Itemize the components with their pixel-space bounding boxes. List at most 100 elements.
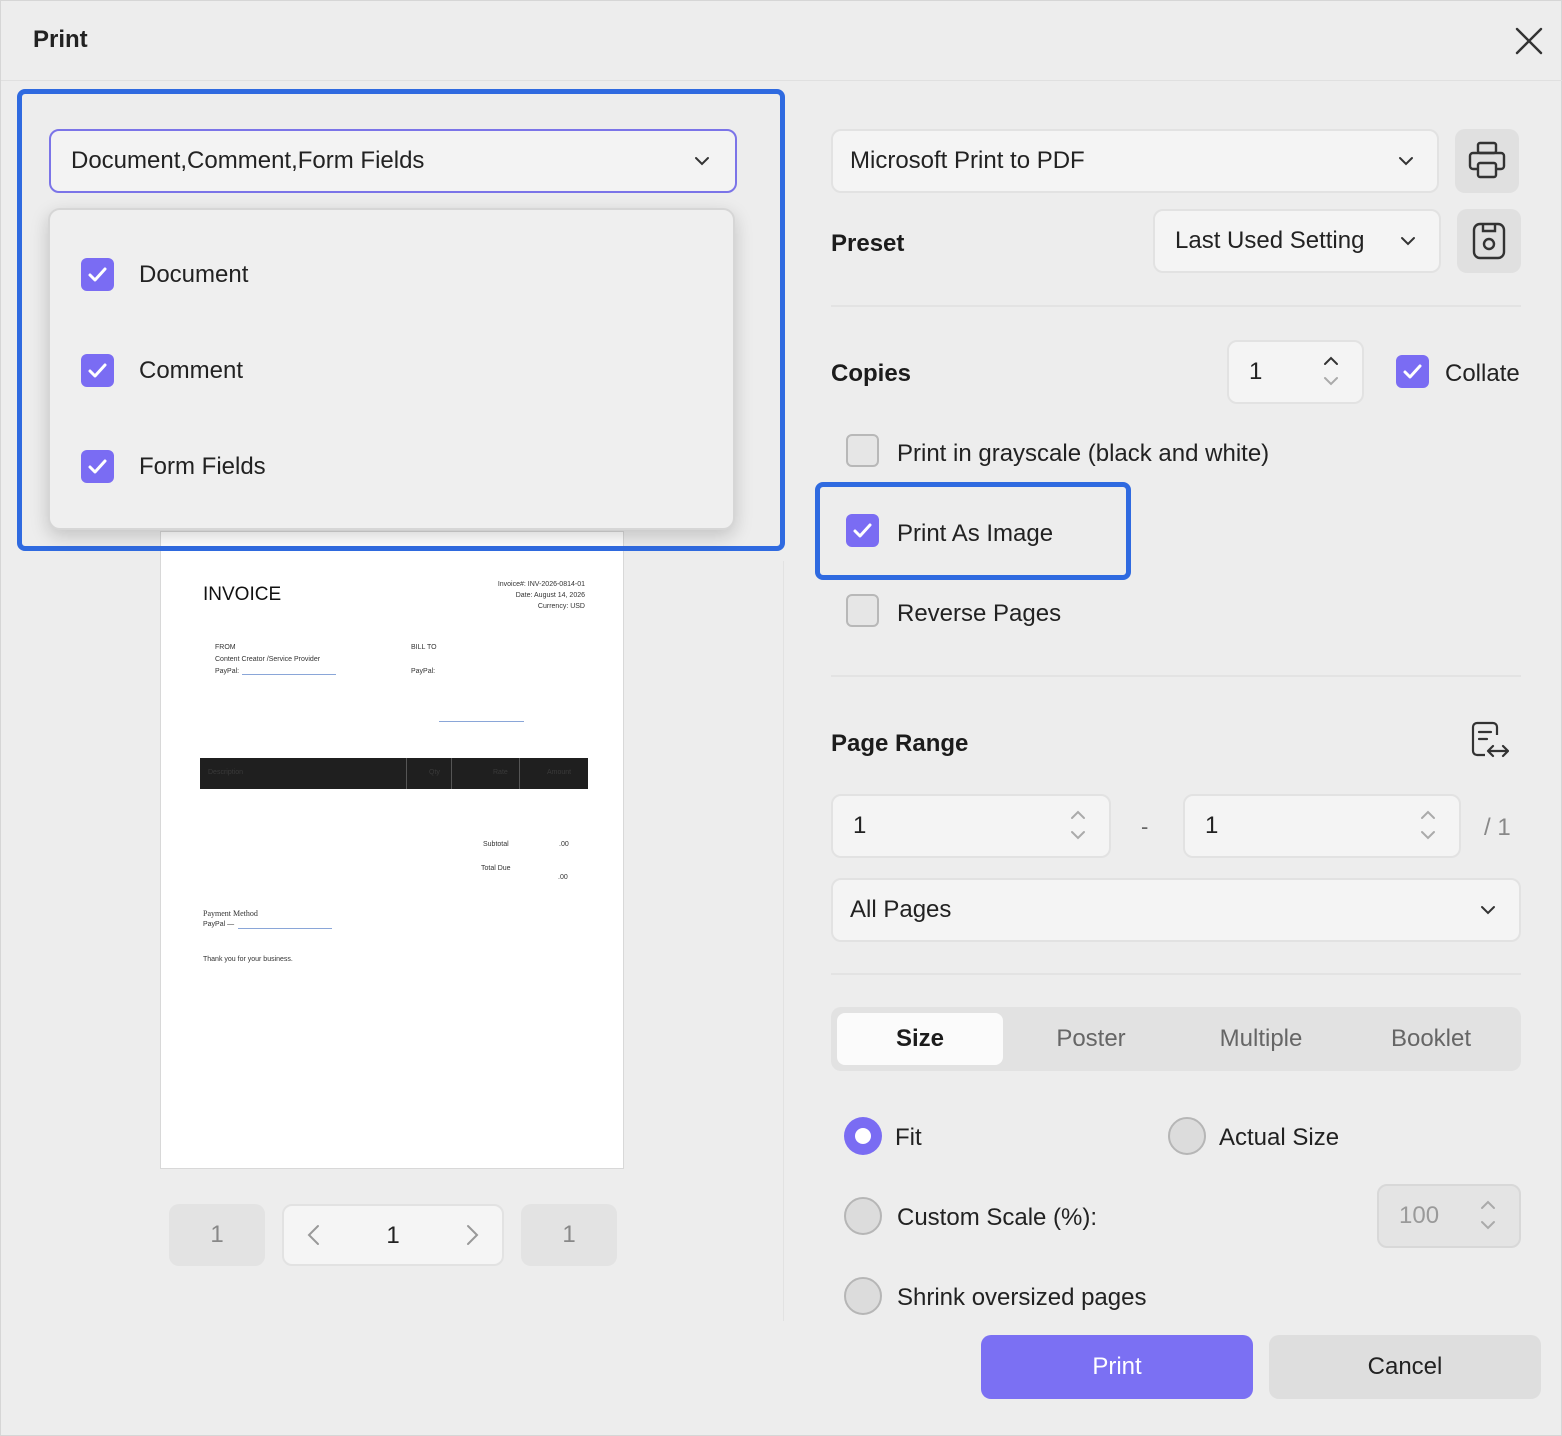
print-as-image-label: Print As Image — [897, 520, 1054, 547]
section-divider — [831, 305, 1521, 307]
content-select[interactable]: Document,Comment,Form Fields — [49, 129, 737, 193]
section-divider — [831, 675, 1521, 677]
stepper-down-icon[interactable] — [1323, 374, 1339, 393]
chevron-right-icon[interactable] — [462, 1224, 482, 1251]
chevron-left-icon[interactable] — [304, 1224, 324, 1251]
bill-to-paypal: PayPal: — [411, 668, 436, 675]
shrink-label: Shrink oversized pages — [897, 1284, 1147, 1311]
invoice-date: Date: August 14, 2026 — [515, 592, 585, 599]
page-range-label: Page Range — [831, 730, 969, 757]
page-preview: INVOICE Invoice#: INV-2026-0814-01 Date:… — [160, 531, 624, 1169]
copies-value: 1 — [1249, 358, 1263, 385]
stepper-up-icon[interactable] — [1480, 1198, 1496, 1217]
invoice-currency: Currency: USD — [537, 603, 585, 610]
checkbox-form-fields[interactable] — [81, 450, 114, 483]
from-paypal: PayPal: — [215, 668, 240, 675]
from-label: FROM — [215, 644, 236, 651]
page-range-to[interactable]: 1 — [1183, 794, 1461, 858]
reverse-pages-checkbox[interactable] — [846, 594, 879, 627]
printer-select[interactable]: Microsoft Print to PDF — [831, 129, 1439, 193]
bill-to-label: BILL TO — [411, 644, 437, 651]
printer-icon — [1468, 141, 1506, 179]
page-navigator: 1 — [282, 1204, 504, 1266]
from-name: Content Creator /Service Provider — [215, 656, 321, 663]
preset-select-value: Last Used Setting — [1175, 227, 1365, 254]
section-divider — [831, 973, 1521, 975]
subtotal-label: Subtotal — [483, 841, 509, 848]
tab-poster[interactable]: Poster — [1007, 1013, 1175, 1065]
chevron-down-icon — [693, 153, 711, 174]
payment-method-label: Payment Method — [203, 909, 258, 918]
col-amount: Amount — [547, 769, 572, 776]
printer-select-value: Microsoft Print to PDF — [850, 147, 1085, 174]
save-preset-button[interactable] — [1457, 209, 1521, 273]
page-range-from[interactable]: 1 — [831, 794, 1111, 858]
custom-scale-radio[interactable] — [844, 1197, 882, 1235]
chevron-down-icon — [1479, 902, 1497, 923]
content-select-value: Document,Comment,Form Fields — [71, 147, 425, 174]
col-description: Description — [208, 769, 244, 776]
thank-you-note: Thank you for your business. — [203, 956, 293, 963]
content-options-menu: Document Comment Form Fields — [48, 208, 735, 530]
close-icon[interactable] — [1511, 23, 1547, 59]
chevron-down-icon — [1397, 153, 1415, 174]
printer-properties-button[interactable] — [1455, 129, 1519, 193]
stepper-up-icon[interactable] — [1323, 354, 1339, 373]
preset-select[interactable]: Last Used Setting — [1153, 209, 1441, 273]
shrink-radio[interactable] — [844, 1277, 882, 1315]
title-bar: Print — [1, 1, 1562, 81]
custom-scale-label: Custom Scale (%): — [897, 1204, 1098, 1231]
tab-multiple[interactable]: Multiple — [1177, 1013, 1345, 1065]
page-range-swap-icon[interactable] — [1471, 721, 1510, 766]
total-value: .00 — [558, 874, 568, 881]
content-option-comment[interactable]: Comment — [50, 338, 733, 402]
collate-label: Collate — [1445, 360, 1520, 387]
copies-stepper[interactable]: 1 — [1227, 340, 1364, 404]
copies-label: Copies — [831, 360, 912, 387]
current-page[interactable]: 1 — [380, 1222, 406, 1250]
checkbox-comment[interactable] — [81, 354, 114, 387]
tab-booklet[interactable]: Booklet — [1347, 1013, 1515, 1065]
page-range-dash: - — [1141, 814, 1149, 839]
content-option-document[interactable]: Document — [50, 242, 733, 306]
total-label: Total Due — [481, 865, 511, 872]
stepper-down-icon[interactable] — [1420, 828, 1436, 847]
checkbox-document[interactable] — [81, 258, 114, 291]
page-subset-select[interactable]: All Pages — [831, 878, 1521, 942]
first-page-box[interactable]: 1 — [169, 1204, 265, 1266]
stepper-up-icon[interactable] — [1420, 808, 1436, 827]
last-page-box[interactable]: 1 — [521, 1204, 617, 1266]
collate-checkbox[interactable] — [1396, 355, 1429, 388]
col-rate: Rate — [493, 769, 508, 776]
layout-tabs: Size Poster Multiple Booklet — [831, 1007, 1521, 1071]
option-form-fields-label: Form Fields — [139, 453, 266, 480]
cancel-button[interactable]: Cancel — [1269, 1335, 1541, 1399]
preset-label: Preset — [831, 230, 905, 257]
from-paypal-line — [242, 674, 336, 675]
option-document-label: Document — [139, 261, 249, 288]
items-table-header: Description Qty Rate Amount — [200, 758, 588, 789]
page-range-to-value: 1 — [1205, 812, 1219, 839]
grayscale-checkbox[interactable] — [846, 434, 879, 467]
content-option-form-fields[interactable]: Form Fields — [50, 434, 733, 498]
tab-size[interactable]: Size — [837, 1013, 1003, 1065]
stepper-up-icon[interactable] — [1070, 808, 1086, 827]
custom-scale-value: 100 — [1399, 1202, 1440, 1229]
page-subset-value: All Pages — [850, 896, 952, 923]
actual-size-label: Actual Size — [1219, 1124, 1340, 1151]
stepper-down-icon[interactable] — [1480, 1218, 1496, 1237]
invoice-title: INVOICE — [203, 584, 282, 605]
payment-line — [238, 928, 332, 929]
stepper-down-icon[interactable] — [1070, 828, 1086, 847]
print-button[interactable]: Print — [981, 1335, 1253, 1399]
fit-radio[interactable] — [844, 1117, 882, 1155]
page-total: / 1 — [1484, 814, 1511, 841]
chevron-down-icon — [1399, 233, 1417, 254]
col-divider — [406, 758, 407, 789]
grayscale-label: Print in grayscale (black and white) — [897, 440, 1270, 467]
print-as-image-checkbox[interactable] — [846, 514, 879, 547]
subtotal-value: .00 — [559, 841, 569, 848]
custom-scale-stepper[interactable]: 100 — [1377, 1184, 1521, 1248]
col-divider — [519, 758, 520, 789]
actual-size-radio[interactable] — [1168, 1117, 1206, 1155]
